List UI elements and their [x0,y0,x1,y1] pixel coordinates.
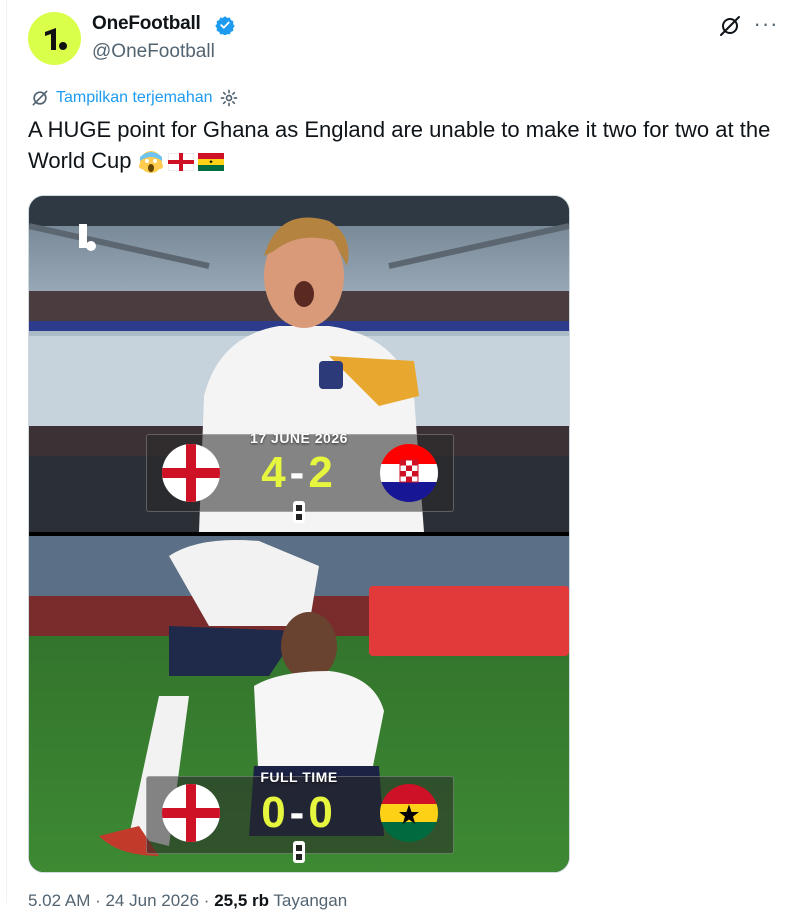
onefootball-logo-icon [44,27,67,50]
score-separator: - [289,788,309,837]
ghana-flag [380,784,438,842]
verified-badge-icon [215,16,235,35]
away-score: 2 [308,448,337,497]
croatia-flag [380,444,438,502]
more-options-icon[interactable]: ··· [752,10,780,38]
score-separator: - [289,448,309,497]
translate-icon [32,90,48,106]
media-image[interactable]: 17 JUNE 2026 4-2 FULL TIME 0-0 [28,195,570,873]
match-card-england-croatia: 17 JUNE 2026 4-2 [29,196,569,532]
translate-label[interactable]: Tampilkan terjemahan [56,89,213,107]
tweet-timestamp[interactable]: 5.02 AM · 24 Jun 2026 · 25,5 rb Tayangan [28,891,347,911]
views-label: Tayangan [273,891,348,910]
match-card-england-ghana: FULL TIME 0-0 [29,536,569,872]
world-cup-trophy-icon [293,841,305,863]
england-flag-emoji-icon [167,153,194,172]
author-handle[interactable]: @OneFootball [92,41,215,63]
translate-link[interactable]: Tampilkan terjemahan [30,88,239,108]
views-count: 25,5 rb [214,891,269,910]
home-score: 0 [261,788,290,837]
scream-emoji-icon [138,151,163,174]
match-score: 4-2 [29,448,569,498]
away-score: 0 [308,788,337,837]
settings-gear-icon[interactable] [219,88,239,108]
tweet-text: A HUGE point for Ghana as England are un… [28,114,778,176]
match-score: 0-0 [29,788,569,838]
timeline-divider [6,0,7,903]
grok-icon[interactable] [718,14,742,38]
author-name[interactable]: OneFootball [92,13,201,35]
match-status: FULL TIME [260,769,338,785]
time-date[interactable]: 5.02 AM · 24 Jun 2026 · [28,891,209,910]
world-cup-trophy-icon [293,501,305,523]
ghana-flag-emoji-icon [197,153,224,172]
avatar[interactable] [28,12,81,65]
match-date: 17 JUNE 2026 [250,430,348,446]
home-score: 4 [261,448,290,497]
